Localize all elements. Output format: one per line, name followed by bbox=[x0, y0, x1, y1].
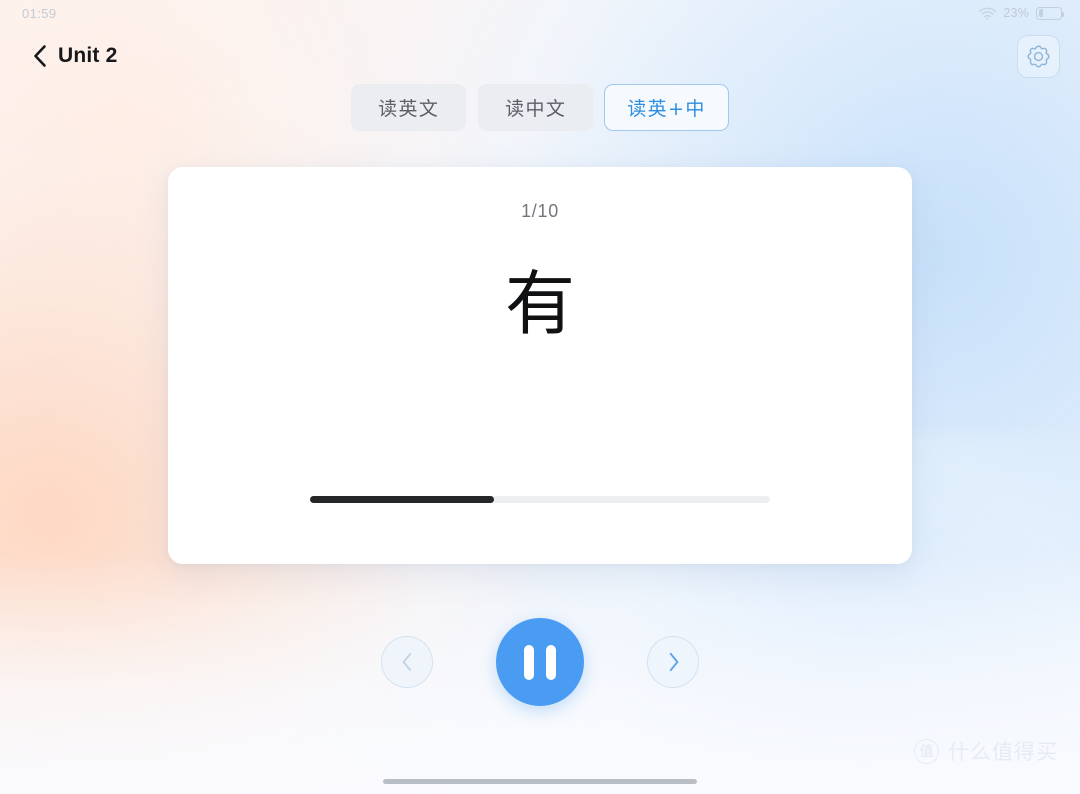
playback-controls bbox=[0, 618, 1080, 706]
mode-tab-group: 读英文 读中文 读英+中 bbox=[0, 84, 1080, 131]
next-button[interactable] bbox=[647, 636, 699, 688]
tab-read-english[interactable]: 读英文 bbox=[351, 84, 467, 131]
chevron-left-icon bbox=[401, 652, 414, 672]
chevron-left-icon bbox=[32, 44, 48, 68]
previous-button[interactable] bbox=[381, 636, 433, 688]
word-card[interactable]: 1/10 有 bbox=[168, 167, 912, 564]
settings-button[interactable] bbox=[1017, 34, 1060, 78]
play-pause-button[interactable] bbox=[496, 618, 584, 706]
page-title: Unit 2 bbox=[58, 44, 118, 67]
pause-bar-right bbox=[546, 644, 556, 680]
card-word: 有 bbox=[505, 263, 575, 345]
pause-bar-left bbox=[524, 644, 534, 680]
watermark: 值 什么值得买 bbox=[914, 736, 1058, 766]
tab-read-chinese-label: 读中文 bbox=[505, 98, 567, 120]
home-indicator[interactable] bbox=[383, 779, 697, 784]
gear-icon bbox=[1026, 44, 1051, 69]
navigation-bar: Unit 2 bbox=[0, 30, 1080, 82]
chevron-right-icon bbox=[667, 652, 680, 672]
watermark-badge: 值 bbox=[914, 738, 939, 764]
tab-read-chinese[interactable]: 读中文 bbox=[478, 84, 594, 131]
tab-read-english-chinese-label: 读英+中 bbox=[627, 98, 706, 120]
watermark-text: 什么值得买 bbox=[948, 740, 1058, 764]
tab-read-english-chinese[interactable]: 读英+中 bbox=[604, 84, 729, 131]
card-counter: 1/10 bbox=[521, 201, 559, 221]
back-button[interactable]: Unit 2 bbox=[30, 40, 124, 72]
tab-read-english-label: 读英文 bbox=[378, 98, 440, 120]
pause-icon bbox=[524, 644, 556, 680]
audio-progress-fill bbox=[310, 496, 494, 503]
audio-progress-bar[interactable] bbox=[310, 496, 770, 503]
